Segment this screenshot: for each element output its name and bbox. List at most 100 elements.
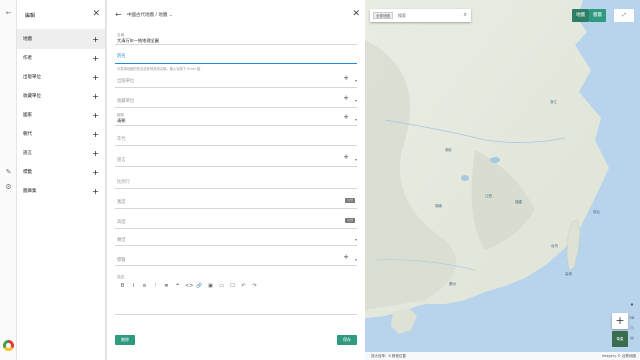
zoom-3d-icon[interactable]: 3D (628, 316, 636, 320)
title-field-value[interactable]: 大清万年一統地理全圖 (117, 38, 159, 44)
add-icon[interactable]: + (92, 163, 99, 182)
fullscreen-icon[interactable]: ⤢ (614, 9, 634, 22)
alias-field[interactable]: 別名 (115, 47, 357, 64)
category-item[interactable]: 圖庫集 + (17, 182, 105, 201)
category-item[interactable]: 標籤 + (17, 163, 105, 182)
add-collection-icon[interactable]: + (343, 94, 349, 102)
category-item-label: 標籤 (23, 170, 32, 175)
add-language-icon[interactable]: + (343, 153, 349, 161)
category-item[interactable]: 地圖 + (17, 30, 105, 49)
format-tool-icon[interactable]: 🔗 (196, 283, 203, 291)
chevron-down-icon[interactable]: ▾ (355, 157, 357, 162)
map-label-hunan: 湖南 (435, 204, 442, 208)
category-panel: 編輯 ✕ 地圖 + 作者 + 出版單位 + 收藏單位 + 國家 + 朝代 + 語言 + 標籤 + 圖庫集 + (17, 0, 106, 360)
category-item[interactable]: 語言 + (17, 144, 105, 163)
format-tool-icon[interactable]: ≡ (141, 283, 148, 291)
add-icon[interactable]: + (92, 68, 99, 87)
scale-placeholder: 比例尺 (117, 180, 130, 185)
category-item-label: 國家 (23, 113, 32, 118)
back-arrow-icon[interactable]: ← (4, 9, 13, 18)
format-tool-icon[interactable]: I (130, 283, 137, 291)
chevron-down-icon[interactable]: ▾ (355, 98, 357, 103)
category-item[interactable]: 朝代 + (17, 125, 105, 144)
chevron-down-icon[interactable]: ▾ (355, 237, 357, 242)
chevron-down-icon[interactable]: ▾ (355, 257, 357, 262)
category-item[interactable]: 國家 + (17, 106, 105, 125)
width-field[interactable]: 寬度 公分 (115, 193, 357, 209)
description-editor[interactable] (115, 293, 357, 315)
map-search-input[interactable]: 搜索 (398, 13, 406, 19)
add-country-icon[interactable]: + (343, 113, 349, 121)
format-tool-icon[interactable]: ☐ (229, 283, 236, 291)
map-label-taipei: 臺北 (593, 210, 600, 214)
zoom-level-text: 放大倍率：6 數值位置 (371, 354, 406, 358)
category-item[interactable]: 收藏單位 + (17, 87, 105, 106)
hainan-island (391, 308, 417, 334)
category-field[interactable]: 類型 ▾ (115, 232, 357, 246)
collection-placeholder: 收藏單位 (117, 99, 135, 104)
category-item-label: 出版單位 (23, 75, 41, 80)
add-icon[interactable]: + (92, 49, 99, 68)
layers-icon[interactable]: ◫ (628, 326, 636, 330)
close-icon[interactable]: ✕ (352, 9, 360, 19)
title-field[interactable]: 名稱 大清万年一統地理全圖 (115, 31, 357, 45)
map-type-map-button[interactable]: 地圖 (572, 9, 589, 22)
category-item[interactable]: 作者 + (17, 49, 105, 68)
close-icon[interactable]: ✕ (92, 9, 100, 19)
chevron-down-icon[interactable]: ▾ (355, 78, 357, 83)
map-view[interactable]: 臺北 高雄 台灣 浙江 廣州 福建 江西 湖南 湖北 全部地图 搜索 ⌕ 地圖 … (365, 0, 640, 360)
format-tool-icon[interactable]: ≣ (163, 283, 170, 291)
format-tool-icon[interactable]: ▭ (218, 283, 225, 291)
zoom-in-button[interactable]: + (612, 313, 628, 329)
pencil-icon[interactable]: ✎ (4, 168, 13, 177)
format-tool-icon[interactable]: ❝ (174, 283, 181, 291)
gear-icon[interactable]: ⚙ (4, 183, 13, 192)
collection-field[interactable]: 收藏單位 + ▾ (115, 92, 357, 108)
add-tag-icon[interactable]: + (343, 253, 349, 261)
app-logo[interactable] (3, 340, 14, 351)
search-icon[interactable]: ⌕ (464, 11, 467, 19)
map-type-layer-button[interactable]: 圖層 (589, 9, 606, 22)
back-arrow-icon[interactable]: ← (115, 10, 122, 19)
publisher-field[interactable]: 出版單位 + ▾ (115, 72, 357, 88)
street-view-icon[interactable]: ☺ (628, 336, 636, 340)
width-placeholder: 寬度 (117, 200, 126, 205)
satellite-toggle[interactable]: 衛星 (612, 331, 628, 347)
add-icon[interactable]: + (92, 125, 99, 144)
map-search-box[interactable]: 全部地图 搜索 ⌕ (370, 9, 471, 22)
add-icon[interactable]: + (92, 182, 99, 201)
format-tool-icon[interactable]: ⁝ (152, 283, 159, 291)
country-field-value[interactable]: 清朝 (117, 118, 125, 124)
format-tool-icon[interactable]: ▣ (207, 283, 214, 291)
category-item[interactable]: 出版單位 + (17, 68, 105, 87)
add-publisher-icon[interactable]: + (343, 74, 349, 82)
tags-field[interactable]: 標籤 + ▾ (115, 252, 357, 266)
map-label-fujian: 福建 (515, 200, 522, 204)
category-item-label: 收藏單位 (23, 94, 41, 99)
scale-field[interactable]: 比例尺 (115, 173, 357, 189)
format-tool-icon[interactable]: ↷ (251, 283, 258, 291)
map-canvas[interactable] (365, 0, 640, 360)
breadcrumb[interactable]: 中國古代地圖 / 地圖 ⌄ (127, 12, 173, 18)
height-placeholder: 高度 (117, 220, 126, 225)
add-icon[interactable]: + (92, 30, 99, 49)
country-field[interactable]: 國家 清朝 + ▾ (115, 110, 357, 126)
format-tool-icon[interactable]: ↶ (240, 283, 247, 291)
unit-badge: 公分 (345, 218, 355, 223)
alias-field-placeholder: 別名 (117, 54, 126, 59)
format-tool-icon[interactable]: B (119, 283, 126, 291)
year-field[interactable]: 年代 (115, 130, 357, 146)
language-field[interactable]: 語言 + ▾ (115, 151, 357, 167)
delete-button[interactable]: 刪除 (115, 335, 135, 345)
chevron-down-icon[interactable]: ▾ (355, 117, 357, 122)
language-placeholder: 語言 (117, 158, 126, 163)
map-label-guangzhou: 廣州 (449, 282, 456, 286)
height-field[interactable]: 高度 公分 (115, 213, 357, 229)
save-button[interactable]: 保存 (337, 335, 357, 345)
format-tool-icon[interactable]: <> (185, 283, 193, 291)
compass-icon[interactable]: ▲ (628, 302, 636, 306)
search-scope-tag[interactable]: 全部地图 (373, 12, 393, 19)
add-icon[interactable]: + (92, 106, 99, 125)
add-icon[interactable]: + (92, 144, 99, 163)
add-icon[interactable]: + (92, 87, 99, 106)
